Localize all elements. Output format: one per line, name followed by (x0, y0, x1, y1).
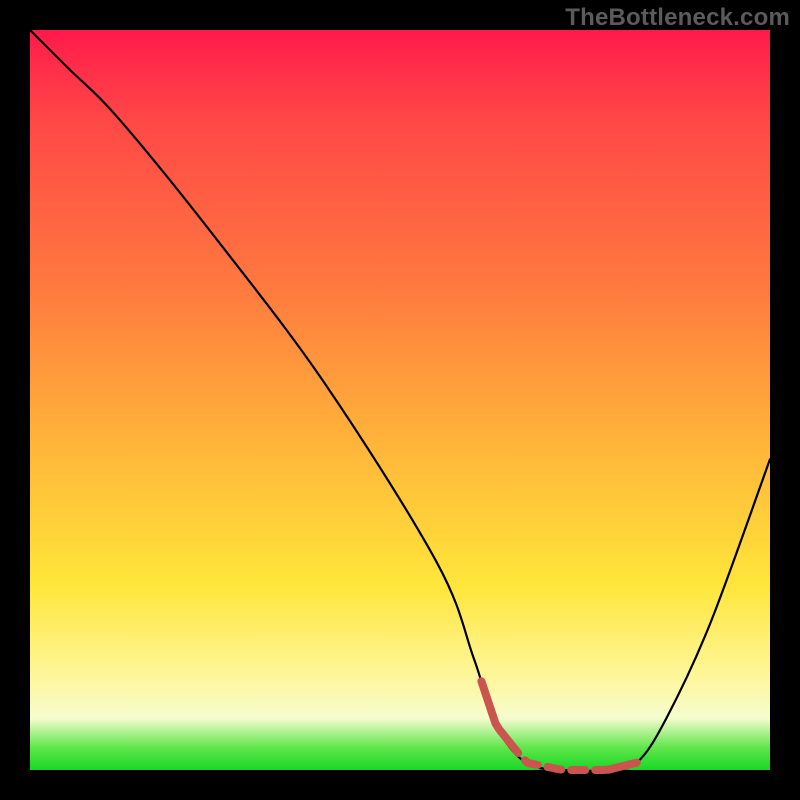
chart-frame: TheBottleneck.com (0, 0, 800, 800)
plot-area (30, 30, 770, 770)
watermark-text: TheBottleneck.com (565, 4, 790, 32)
optimal-marker-left (481, 681, 509, 742)
bottleneck-curve-path (30, 30, 770, 771)
optimal-marker-right (609, 763, 637, 770)
curve-svg (30, 30, 770, 770)
optimal-marker-mid (509, 742, 608, 770)
